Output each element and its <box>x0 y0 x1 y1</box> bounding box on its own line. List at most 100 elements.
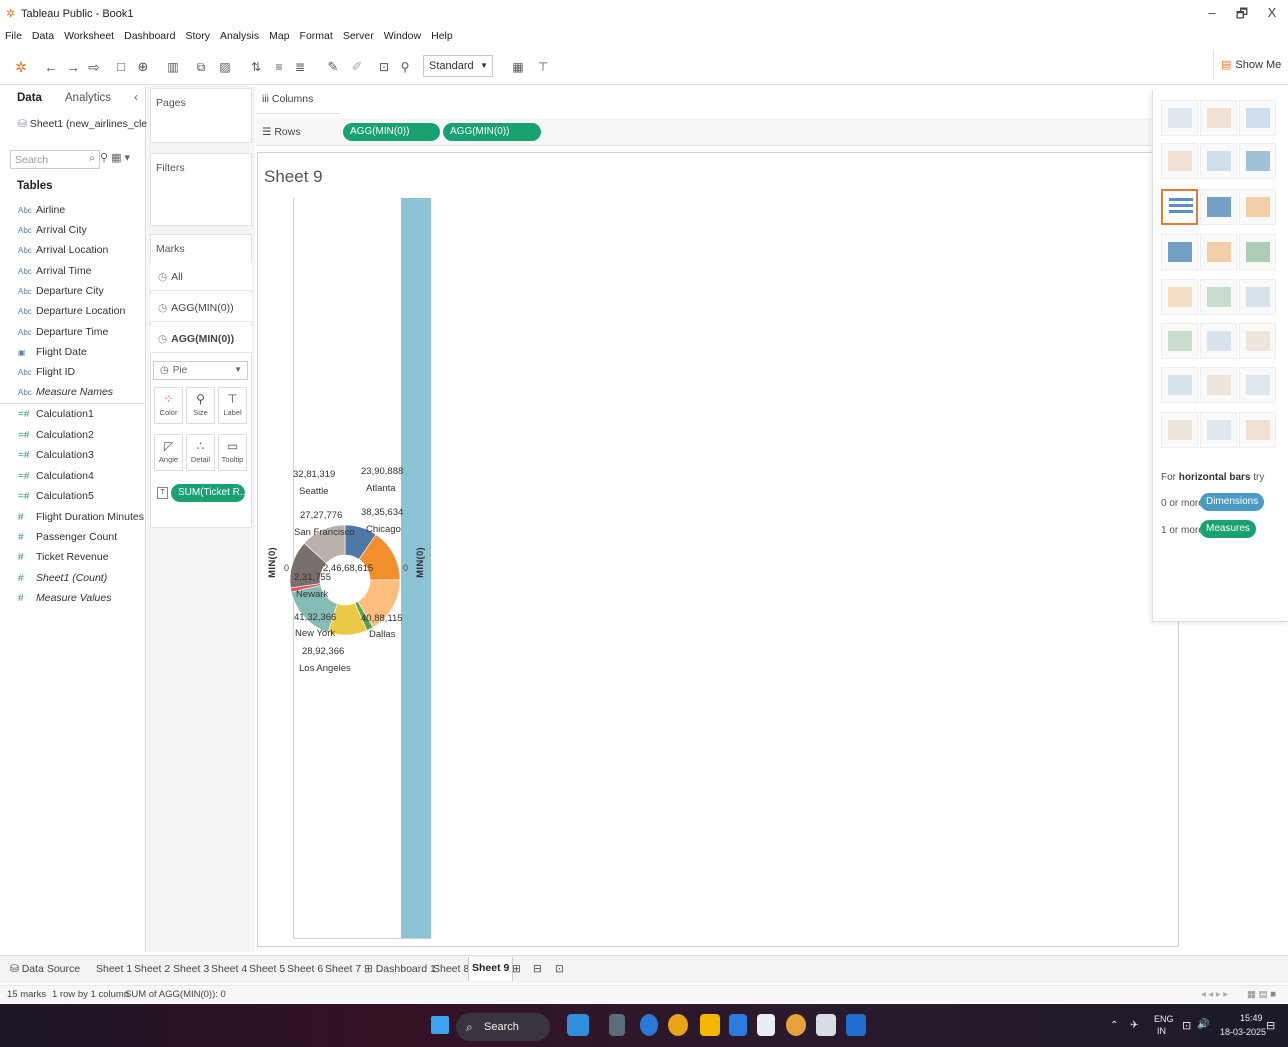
menu-window[interactable]: Window <box>379 28 426 42</box>
show-me-chart-option[interactable] <box>1239 189 1276 225</box>
color-button[interactable]: ⁘ Color <box>154 387 183 424</box>
marks-agg-1[interactable]: ◷ AGG(MIN(0)) <box>150 294 252 322</box>
menu-help[interactable]: Help <box>426 28 458 42</box>
calendar-icon[interactable] <box>757 1014 775 1036</box>
show-me-chart-option[interactable] <box>1161 279 1198 315</box>
sort-descending-icon[interactable]: ≣ <box>293 57 307 77</box>
tray-chevron-icon[interactable]: ⌃ <box>1110 1020 1118 1031</box>
new-dashboard-tab-icon[interactable]: ⊟ <box>533 963 542 975</box>
volume-icon[interactable]: 🔊 <box>1197 1019 1209 1030</box>
menu-data[interactable]: Data <box>27 28 59 42</box>
copilot-icon[interactable] <box>640 1014 658 1036</box>
outlook-icon[interactable] <box>846 1014 866 1036</box>
tab-data[interactable]: Data <box>17 92 42 104</box>
redo-icon[interactable]: → <box>66 57 80 77</box>
marks-all[interactable]: ◷ All <box>150 263 252 291</box>
notifications-icon[interactable]: ⊟ <box>1266 1019 1275 1032</box>
size-button[interactable]: ⚲ Size <box>186 387 215 424</box>
sheet-title[interactable]: Sheet 9 <box>264 167 323 187</box>
field-item[interactable]: Abc Departure Time <box>18 326 108 338</box>
show-cards-icon[interactable]: ▦ <box>509 57 527 77</box>
show-me-chart-option[interactable] <box>1200 323 1237 359</box>
new-worksheet-tab-icon[interactable]: ⊞ <box>512 963 521 975</box>
close-button[interactable]: X <box>1262 5 1282 20</box>
tab-sheet-1[interactable]: Sheet 1 <box>96 963 132 975</box>
field-item[interactable]: # Passenger Count <box>18 531 117 543</box>
new-datasource-icon[interactable]: ⊕ <box>136 57 150 77</box>
field-item[interactable]: Abc Departure Location <box>18 305 125 317</box>
rows-pill-2[interactable]: AGG(MIN(0)) <box>443 123 541 141</box>
tray-date[interactable]: 18-03-2025 <box>1220 1027 1266 1037</box>
field-item[interactable]: # Measure Values <box>18 592 111 604</box>
field-item[interactable]: =# Calculation4 <box>18 470 94 482</box>
field-item[interactable]: =# Calculation2 <box>18 429 94 441</box>
show-me-chart-option[interactable] <box>1239 234 1276 270</box>
tab-sheet-7[interactable]: Sheet 7 <box>325 963 361 975</box>
field-item[interactable]: =# Calculation3 <box>18 449 94 461</box>
filters-card[interactable]: Filters <box>150 153 252 226</box>
sheet-nav-icon[interactable]: ◂ ◂ ▸ ▸ <box>1201 989 1228 1000</box>
store-icon[interactable] <box>729 1014 747 1036</box>
field-item[interactable]: Abc Arrival City <box>18 224 87 236</box>
field-item[interactable]: Abc Arrival Time <box>18 265 91 277</box>
menu-worksheet[interactable]: Worksheet <box>59 28 119 42</box>
show-me-chart-option[interactable] <box>1161 234 1198 270</box>
tab-sheet-3[interactable]: Sheet 3 <box>173 963 209 975</box>
show-labels-icon[interactable]: ⊡ <box>377 57 391 77</box>
field-item[interactable]: Abc Airline <box>18 204 65 216</box>
show-me-chart-option[interactable] <box>1200 412 1237 448</box>
axis-label-right[interactable]: MIN(0) <box>415 547 426 578</box>
marks-agg-2[interactable]: ◷ AGG(MIN(0)) <box>150 325 252 353</box>
search-input[interactable]: Search ⌕ <box>10 150 100 169</box>
presentation-icon[interactable]: ⊤ <box>536 57 550 77</box>
annotate-icon[interactable]: ✐ <box>350 57 364 77</box>
tooltip-button[interactable]: ▭ Tooltip <box>218 434 247 471</box>
mark-type-select[interactable]: ◷ Pie ▼ <box>153 361 248 380</box>
field-item[interactable]: Abc Measure Names <box>18 386 113 398</box>
clear-sheet-icon[interactable]: ▨ <box>216 57 234 77</box>
task-view-icon[interactable] <box>609 1014 625 1036</box>
tab-sheet-5[interactable]: Sheet 5 <box>249 963 285 975</box>
columns-shelf[interactable]: iii Columns <box>262 93 313 105</box>
restore-button[interactable]: 🗗 <box>1232 5 1252 27</box>
show-me-chart-option[interactable] <box>1239 367 1276 403</box>
highlight-icon[interactable]: ✎ <box>325 57 341 77</box>
minimize-button[interactable]: – <box>1202 5 1222 20</box>
field-item[interactable]: =# Calculation5 <box>18 490 94 502</box>
chrome-icon[interactable] <box>668 1014 688 1036</box>
tab-dashboard-1[interactable]: ⊞ Dashboard 1 <box>364 963 436 975</box>
tray-language[interactable]: ENG <box>1154 1014 1174 1024</box>
tab-sheet-4[interactable]: Sheet 4 <box>211 963 247 975</box>
tab-data-source[interactable]: ⛁ Data Source <box>10 963 80 975</box>
datasource-item[interactable]: ⛁ Sheet1 (new_airlines_cle... <box>18 118 156 130</box>
show-me-horizontal-bars[interactable] <box>1161 189 1198 225</box>
file-explorer-icon[interactable] <box>700 1014 720 1036</box>
save-icon[interactable]: □ <box>114 57 128 77</box>
show-me-chart-option[interactable] <box>1200 143 1237 179</box>
field-item[interactable]: # Sheet1 (Count) <box>18 572 107 584</box>
menu-dashboard[interactable]: Dashboard <box>119 28 180 42</box>
tableau-taskbar-icon[interactable] <box>816 1014 836 1036</box>
show-me-chart-option[interactable] <box>1239 323 1276 359</box>
new-story-tab-icon[interactable]: ⊡ <box>555 963 564 975</box>
show-me-chart-option[interactable] <box>1239 412 1276 448</box>
menu-map[interactable]: Map <box>264 28 294 42</box>
view-toggle-icon[interactable]: ▦ ▤ ■ <box>1247 989 1276 1000</box>
show-me-chart-option[interactable] <box>1200 100 1237 136</box>
tab-sheet-8[interactable]: Sheet 8 <box>433 963 469 975</box>
field-item[interactable]: # Flight Duration Minutes <box>18 511 144 523</box>
tab-sheet-9[interactable]: Sheet 9 <box>468 957 514 981</box>
menu-server[interactable]: Server <box>338 28 379 42</box>
label-button[interactable]: ⊤ Label <box>218 387 247 424</box>
menu-analysis[interactable]: Analysis <box>215 28 264 42</box>
pages-card[interactable]: Pages <box>150 88 252 143</box>
widgets-icon[interactable] <box>567 1014 589 1036</box>
new-worksheet-icon[interactable]: ▥ <box>164 57 182 77</box>
show-me-chart-option[interactable] <box>1200 189 1237 225</box>
show-me-chart-option[interactable] <box>1239 279 1276 315</box>
show-me-chart-option[interactable] <box>1161 143 1198 179</box>
show-me-chart-option[interactable] <box>1239 143 1276 179</box>
tableau-home-icon[interactable]: ✲ <box>13 57 29 77</box>
windows-start-icon[interactable] <box>431 1016 449 1034</box>
show-me-button[interactable]: ▤ Show Me <box>1213 50 1285 80</box>
